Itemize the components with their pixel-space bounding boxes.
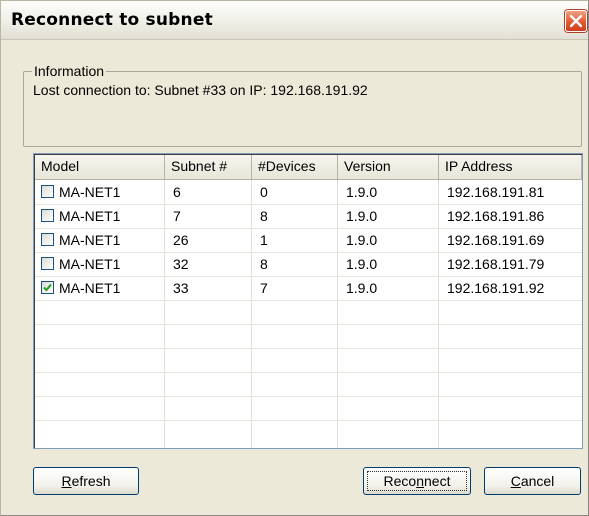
version-cell: 1.9.0: [346, 256, 378, 272]
column-header-ip-address[interactable]: IP Address: [439, 155, 582, 179]
row-checkbox[interactable]: [41, 209, 54, 222]
model-text: MA-NET1: [59, 280, 121, 296]
column-header-devices[interactable]: #Devices: [252, 155, 338, 179]
refresh-button[interactable]: Refresh: [33, 467, 139, 495]
grid-line: [35, 348, 582, 349]
model-cell: MA-NET1: [35, 252, 165, 276]
grid-line: [35, 396, 582, 397]
table-row[interactable]: MA-NET1 26 1 1.9.0 192.168.191.69: [35, 228, 582, 252]
lost-connection-message: Lost connection to: Subnet #33 on IP: 19…: [33, 82, 368, 98]
ip-address-cell: 192.168.191.86: [447, 208, 545, 224]
checkmark-icon: [43, 283, 52, 292]
reconnect-button[interactable]: Reconnect: [363, 467, 471, 495]
devices-cell: 8: [260, 256, 268, 272]
close-icon: [569, 14, 583, 28]
row-checkbox[interactable]: [41, 257, 54, 270]
version-cell: 1.9.0: [346, 184, 378, 200]
title-bar[interactable]: Reconnect to subnet: [1, 1, 588, 40]
list-header: Model Subnet # #Devices Version IP Addre…: [35, 155, 582, 180]
row-checkbox[interactable]: [41, 281, 54, 294]
model-cell: MA-NET1: [35, 180, 165, 204]
row-checkbox[interactable]: [41, 233, 54, 246]
refresh-mnemonic: R: [61, 473, 72, 489]
focus-rectangle: [367, 471, 467, 491]
dialog-title: Reconnect to subnet: [11, 10, 213, 30]
model-text: MA-NET1: [59, 184, 121, 200]
cancel-mnemonic: C: [510, 473, 521, 489]
version-cell: 1.9.0: [346, 232, 378, 248]
grid-line: [35, 372, 582, 373]
devices-cell: 7: [260, 280, 268, 296]
grid-line: [35, 420, 582, 421]
ip-address-cell: 192.168.191.81: [447, 184, 545, 200]
grid-line: [35, 300, 582, 301]
subnet-cell: 7: [173, 208, 181, 224]
cancel-button[interactable]: Cancel: [484, 467, 581, 495]
ip-address-cell: 192.168.191.69: [447, 232, 545, 248]
version-cell: 1.9.0: [346, 208, 378, 224]
grid-line: [35, 324, 582, 325]
row-checkbox[interactable]: [41, 185, 54, 198]
model-text: MA-NET1: [59, 232, 121, 248]
ip-address-cell: 192.168.191.79: [447, 256, 545, 272]
ip-address-cell: 192.168.191.92: [447, 280, 545, 296]
column-header-subnet[interactable]: Subnet #: [165, 155, 252, 179]
model-text: MA-NET1: [59, 208, 121, 224]
reconnect-dialog: Reconnect to subnet Information Lost con…: [0, 0, 589, 516]
refresh-label: efresh: [71, 473, 111, 489]
table-row[interactable]: MA-NET1 33 7 1.9.0 192.168.191.92: [35, 276, 582, 300]
subnet-cell: 6: [173, 184, 181, 200]
devices-cell: 8: [260, 208, 268, 224]
cancel-label: ancel: [520, 473, 555, 489]
information-legend: Information: [32, 63, 107, 79]
model-cell: MA-NET1: [35, 276, 165, 300]
table-row[interactable]: MA-NET1 32 8 1.9.0 192.168.191.79: [35, 252, 582, 276]
subnet-cell: 32: [173, 256, 189, 272]
subnet-list[interactable]: Model Subnet # #Devices Version IP Addre…: [33, 153, 583, 449]
devices-cell: 1: [260, 232, 268, 248]
devices-cell: 0: [260, 184, 268, 200]
subnet-cell: 26: [173, 232, 189, 248]
column-header-version[interactable]: Version: [338, 155, 439, 179]
subnet-cell: 33: [173, 280, 189, 296]
table-row[interactable]: MA-NET1 6 0 1.9.0 192.168.191.81: [35, 180, 582, 204]
close-button[interactable]: [565, 10, 587, 32]
model-text: MA-NET1: [59, 256, 121, 272]
model-cell: MA-NET1: [35, 204, 165, 228]
table-row[interactable]: MA-NET1 7 8 1.9.0 192.168.191.86: [35, 204, 582, 228]
model-cell: MA-NET1: [35, 228, 165, 252]
column-header-model[interactable]: Model: [35, 155, 165, 179]
version-cell: 1.9.0: [346, 280, 378, 296]
